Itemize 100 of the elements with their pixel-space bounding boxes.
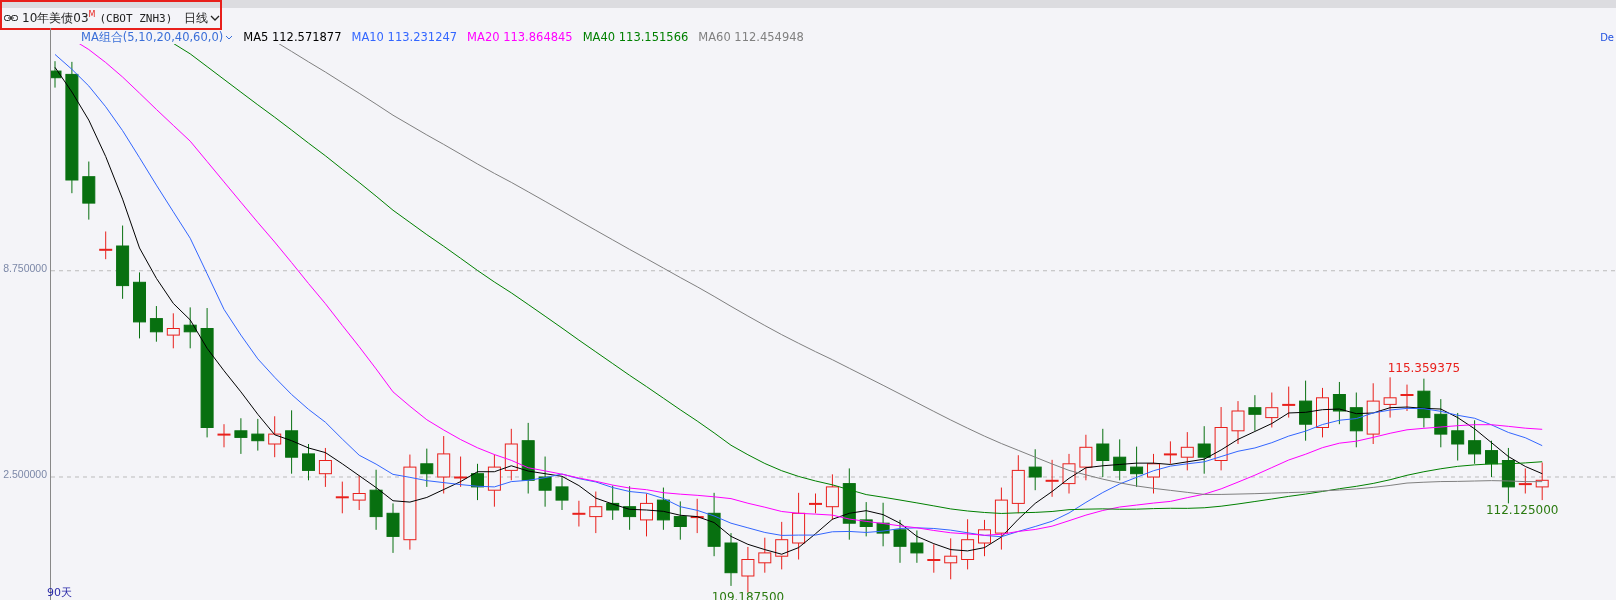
- candle: [1282, 386, 1296, 419]
- candle: [1011, 454, 1025, 514]
- candle: [1485, 440, 1498, 478]
- candle: [285, 409, 299, 475]
- candle: [1383, 376, 1397, 419]
- candle: [1400, 384, 1414, 412]
- candle: [386, 502, 400, 554]
- price-annotation: 115.359375: [1387, 361, 1461, 375]
- candle: [1535, 462, 1549, 501]
- candle: [741, 546, 755, 593]
- candle: [504, 428, 518, 481]
- candle: [1231, 400, 1245, 445]
- candle: [1451, 412, 1465, 461]
- candle: [1079, 434, 1093, 481]
- link-icon: [4, 14, 18, 22]
- candle: [572, 500, 586, 527]
- candle: [961, 518, 975, 570]
- candle: [268, 415, 282, 458]
- candle: [944, 537, 958, 580]
- candle: [82, 161, 96, 221]
- candle: [1316, 387, 1329, 438]
- candle: [978, 519, 991, 557]
- candle: [454, 456, 468, 488]
- candle: [149, 305, 163, 343]
- candle: [825, 473, 839, 521]
- ma-group-dropdown[interactable]: MA组合(5,10,20,40,60,0): [81, 29, 234, 45]
- candle: [318, 447, 332, 488]
- candle: [1417, 378, 1431, 428]
- candle: [1130, 446, 1144, 488]
- candle: [640, 493, 653, 537]
- candle: [1265, 392, 1279, 428]
- candle: [589, 491, 603, 534]
- candle: [99, 231, 113, 260]
- candle: [133, 271, 146, 339]
- candle: [1214, 406, 1228, 471]
- candle: [809, 493, 822, 514]
- candle: [690, 498, 704, 534]
- period-dropdown[interactable]: 日线: [176, 9, 221, 27]
- candle: [1062, 453, 1076, 494]
- candle: [775, 521, 789, 570]
- candle: [859, 501, 873, 537]
- instrument-title: 10年美债03$^{M}$: [22, 9, 96, 27]
- caret-icon: [225, 34, 234, 40]
- candle: [234, 417, 248, 455]
- candle: [724, 532, 738, 587]
- candle: [437, 435, 451, 494]
- candle: [792, 492, 806, 560]
- candle: [487, 454, 501, 508]
- candle: [1096, 428, 1110, 478]
- candle: [471, 463, 484, 501]
- candle: [217, 423, 231, 448]
- ma-legend-item: MA10 113.231247: [351, 30, 458, 44]
- candle: [1163, 440, 1177, 465]
- candle: [910, 529, 924, 564]
- candle: [1349, 392, 1363, 448]
- candle: [606, 485, 620, 521]
- candle: [369, 469, 383, 531]
- price-axis-label: 8.750000: [3, 261, 47, 274]
- candle: [51, 60, 62, 89]
- price-annotation: 112.125000: [1485, 503, 1559, 518]
- candle: [521, 422, 535, 494]
- candle: [623, 485, 637, 531]
- candle: [656, 487, 670, 531]
- right-edge-label: De: [1600, 31, 1615, 43]
- candle: [927, 543, 941, 574]
- candle: [876, 502, 890, 547]
- candle: [994, 487, 1008, 551]
- candle: [1197, 425, 1211, 475]
- candle: [1147, 453, 1160, 494]
- candle: [1113, 438, 1127, 481]
- candle: [555, 476, 569, 511]
- ma-legend-item: MA20 113.864845: [467, 30, 573, 44]
- price-axis-label: 2.500000: [3, 468, 47, 480]
- candle: [1332, 381, 1346, 425]
- candle: [335, 481, 349, 514]
- candle: [673, 500, 687, 541]
- candle: [251, 418, 265, 452]
- candle: [758, 537, 772, 574]
- candle: [1366, 382, 1380, 445]
- candle: [420, 448, 434, 488]
- ma-legend-item: MA5 112.571877: [243, 30, 342, 44]
- ma-legend-item: MA40 113.151566: [582, 30, 689, 44]
- candle: [1501, 447, 1515, 504]
- candle: [352, 475, 366, 511]
- candle: [707, 492, 721, 557]
- candle: [302, 443, 315, 481]
- candle: [1299, 380, 1313, 442]
- candle: [1434, 398, 1448, 448]
- candle: [1180, 431, 1194, 471]
- candle: [166, 312, 180, 349]
- candle: [1518, 467, 1532, 494]
- candle: [183, 306, 197, 349]
- caret-icon: [210, 15, 221, 21]
- instrument-symbol: (CBOT ZNH3): [99, 11, 173, 25]
- candle: [538, 456, 552, 508]
- candle: [1468, 419, 1482, 465]
- period-count-label: 90天: [47, 585, 72, 600]
- ma-legend-item: MA60 112.454948: [698, 30, 804, 44]
- candle: [1028, 448, 1042, 491]
- candle: [1045, 459, 1059, 498]
